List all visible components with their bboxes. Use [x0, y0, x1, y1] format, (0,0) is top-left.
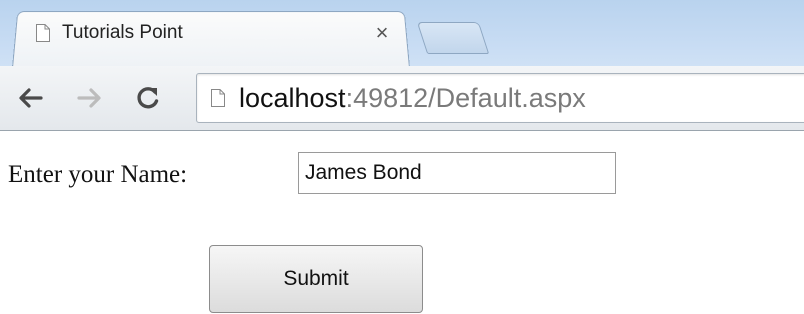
tab-title: Tutorials Point — [62, 22, 183, 43]
browser-toolbar: localhost:49812/Default.aspx — [0, 66, 804, 131]
url-host: localhost — [239, 82, 346, 113]
tab-content[interactable]: Tutorials Point × — [36, 16, 398, 50]
forward-arrow-icon[interactable] — [72, 80, 108, 116]
address-bar[interactable]: localhost:49812/Default.aspx — [196, 73, 804, 123]
submit-button[interactable]: Submit — [209, 245, 423, 313]
back-arrow-icon[interactable] — [12, 80, 48, 116]
reload-icon[interactable] — [130, 80, 166, 116]
name-input[interactable] — [298, 152, 616, 194]
tab-strip: Tutorials Point × — [0, 0, 804, 68]
new-tab-button[interactable] — [416, 22, 490, 54]
name-label: Enter your Name: — [8, 161, 188, 188]
page-icon — [36, 24, 50, 42]
url-path: :49812/Default.aspx — [345, 82, 586, 113]
close-icon[interactable]: × — [370, 22, 394, 44]
page-icon — [211, 89, 225, 107]
page-content: Enter your Name: Submit — [0, 131, 804, 314]
browser-window: Tutorials Point × localhost:49812/Defau… — [0, 0, 804, 314]
